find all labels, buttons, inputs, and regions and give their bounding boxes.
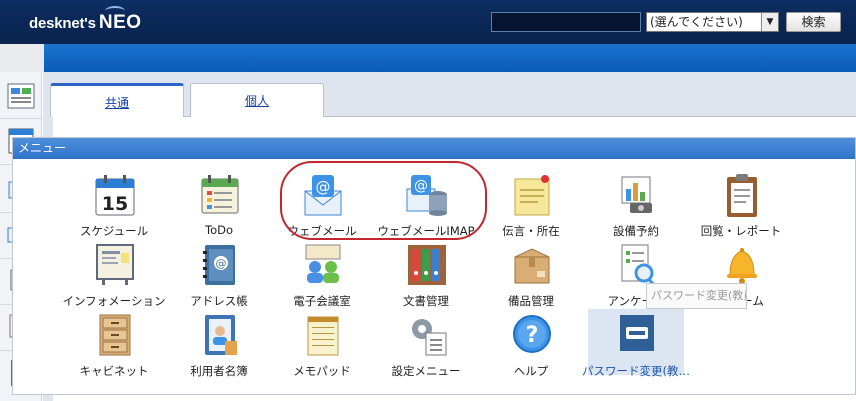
menu-item-message-status[interactable]: 伝言・所在 <box>483 173 579 238</box>
password-change-icon <box>616 313 658 357</box>
memo-note-icon <box>511 173 553 217</box>
highlight-ring <box>280 161 487 240</box>
help-icon: ? <box>511 313 553 357</box>
menu-item-cabinet[interactable]: キャビネット <box>66 313 162 378</box>
todo-icon <box>199 173 241 217</box>
binders-icon <box>406 243 448 287</box>
calendar-icon: 15 <box>94 173 136 217</box>
chevron-down-icon[interactable]: ▼ <box>761 13 778 31</box>
menu-item-address-book[interactable]: @ アドレス帳 <box>171 243 267 308</box>
svg-text:?: ? <box>526 323 539 348</box>
search-input[interactable] <box>491 12 641 32</box>
notepad-icon <box>302 313 344 357</box>
address-book-icon: @ <box>199 243 241 287</box>
menu-item-documents[interactable]: 文書管理 <box>378 243 474 308</box>
menu-item-password-change[interactable]: パスワード変更(教… <box>582 309 690 378</box>
menu-item-facility[interactable]: 設備予約 <box>588 173 684 238</box>
menu-item-user-directory[interactable]: 利用者名簿 <box>171 313 267 378</box>
menu-item-schedule[interactable]: 15 スケジュール <box>66 173 162 238</box>
search-button[interactable]: 検索 <box>786 12 841 32</box>
facility-icon <box>616 173 658 217</box>
band-left <box>0 44 44 72</box>
menu-title: メニュー <box>13 138 855 159</box>
svg-text:@: @ <box>216 257 227 270</box>
blue-band <box>44 44 856 72</box>
cabinet-icon <box>94 313 136 357</box>
bell-icon <box>721 243 763 287</box>
menu-item-help[interactable]: ? ヘルプ <box>483 313 579 378</box>
portal-icon[interactable] <box>5 80 37 112</box>
menu-item-todo[interactable]: ToDo <box>171 173 267 237</box>
settings-icon <box>406 313 448 357</box>
search-scope-select[interactable]: (選んでください) ▼ <box>646 12 779 32</box>
box-icon <box>511 243 553 287</box>
app-header: desknet's NEO (選んでください) ▼ 検索 <box>0 0 856 44</box>
survey-icon <box>616 243 658 287</box>
menu-item-circular-report[interactable]: 回覧・レポート <box>693 173 789 238</box>
svg-text:15: 15 <box>102 193 128 215</box>
menu-item-information[interactable]: インフォメーション <box>63 243 165 308</box>
tooltip: パスワード変更(教員) <box>646 283 747 309</box>
clipboard-icon <box>721 173 763 217</box>
user-directory-icon <box>199 313 241 357</box>
conference-icon <box>302 243 344 287</box>
tab-personal[interactable]: 個人 <box>190 83 324 117</box>
tab-common[interactable]: 共通 <box>50 83 184 117</box>
desknets-neo-logo[interactable]: desknet's NEO <box>29 6 142 34</box>
menu-item-equipment[interactable]: 備品管理 <box>483 243 579 308</box>
menu-item-settings[interactable]: 設定メニュー <box>378 313 474 378</box>
menu-item-memopad[interactable]: メモパッド <box>274 313 370 378</box>
info-board-icon <box>94 243 136 287</box>
menu-item-conference[interactable]: 電子会議室 <box>274 243 370 308</box>
